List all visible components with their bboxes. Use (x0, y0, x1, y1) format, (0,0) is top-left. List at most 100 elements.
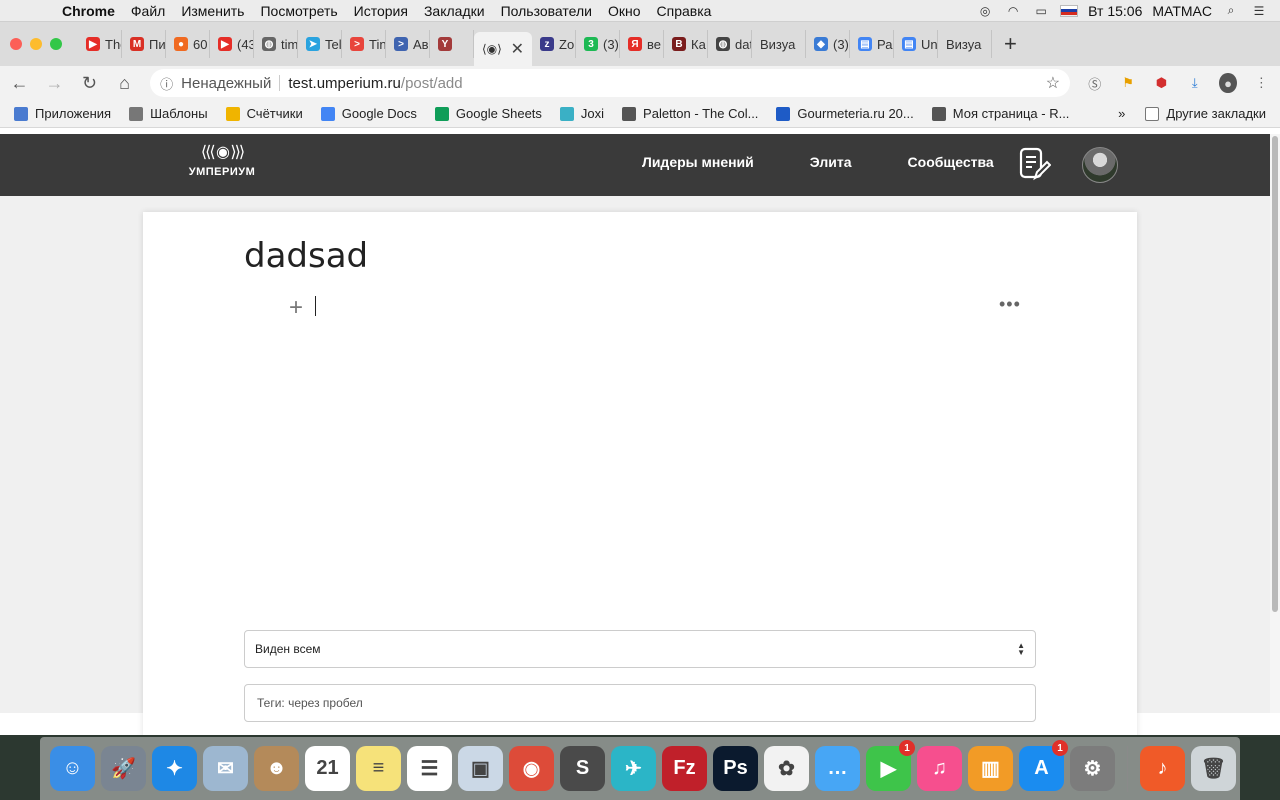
photoshop-icon[interactable]: Ps (713, 746, 758, 791)
filezilla-icon[interactable]: Fz (662, 746, 707, 791)
reminders-icon[interactable]: ☰ (407, 746, 452, 791)
menu-item[interactable]: Пользователи (493, 3, 600, 19)
bookmark-item[interactable]: Шаблоны (129, 106, 208, 121)
mail-icon[interactable]: ✉ (203, 746, 248, 791)
messages-icon[interactable]: … (815, 746, 860, 791)
wifi-icon[interactable]: ◠ (1004, 4, 1022, 18)
browser-tab[interactable]: ● 60 (166, 30, 210, 58)
visibility-select[interactable]: Виден всем ▲ ▼ (244, 630, 1036, 668)
post-title-input[interactable]: dadsad (244, 236, 368, 276)
chrome-menu-icon[interactable]: ⋮ (1253, 73, 1270, 93)
download-extension-icon[interactable]: ⤓ (1186, 73, 1203, 93)
bookmark-flag-extension-icon[interactable]: ⚑ (1119, 73, 1136, 93)
app-store-icon[interactable]: A1 (1019, 740, 1068, 791)
creative-cloud-icon[interactable]: ◎ (976, 4, 994, 18)
browser-tab[interactable]: z Zo (532, 30, 576, 58)
close-tab-icon[interactable]: ✕ (511, 39, 524, 59)
browser-tab[interactable]: ➤ Tel (298, 30, 342, 58)
info-icon[interactable]: ⓘ (160, 74, 173, 93)
menu-item[interactable]: Окно (600, 3, 649, 19)
browser-tab[interactable]: ◍ dat (708, 30, 752, 58)
facetime-icon[interactable]: ▶ 1 (866, 740, 915, 791)
browser-tab[interactable]: B Ка (664, 30, 708, 58)
home-button[interactable]: ⌂ (115, 73, 134, 94)
user-name[interactable]: MATMAC (1152, 3, 1212, 19)
browser-tab[interactable]: ▤ Un (894, 30, 938, 58)
site-nav-link[interactable]: Сообщества (908, 154, 994, 170)
close-window-button[interactable] (10, 38, 22, 50)
back-button[interactable]: ← (10, 73, 29, 94)
menu-item[interactable]: Файл (123, 3, 173, 19)
menu-item[interactable]: История (346, 3, 416, 19)
launchpad-icon[interactable]: 🚀 (101, 746, 146, 791)
browser-tab[interactable]: Визуа (752, 30, 806, 58)
notes-icon[interactable]: ≡ (356, 746, 401, 791)
bookmark-item[interactable]: Google Sheets (434, 106, 542, 121)
menu-item[interactable]: Закладки (416, 3, 493, 19)
scrollbar-thumb[interactable] (1272, 136, 1278, 612)
browser-tab[interactable]: Y (430, 30, 474, 58)
contacts-icon[interactable]: ☻ (254, 746, 299, 791)
chrome-icon[interactable]: ◉ (509, 746, 554, 791)
profile-avatar-icon[interactable]: ● (1219, 73, 1237, 93)
input-language-ru-flag-icon[interactable] (1060, 4, 1079, 17)
address-bar[interactable]: ⓘ Ненадежный test.umperium.ru/post/add ☆ (150, 69, 1071, 97)
preview-icon[interactable]: ▣ (458, 746, 503, 791)
reload-button[interactable]: ↻ (80, 73, 99, 94)
system-preferences-icon[interactable]: ⚙ (1070, 746, 1115, 791)
photos-icon[interactable]: ✿ (764, 746, 809, 791)
garageband-icon[interactable]: ♪ (1140, 746, 1185, 791)
bookmarks-overflow-chevron-icon[interactable]: » (1118, 106, 1125, 121)
write-post-icon[interactable] (1019, 147, 1051, 181)
bookmark-item[interactable]: Приложения (14, 106, 111, 121)
bookmark-star-icon[interactable]: ☆ (1046, 73, 1060, 93)
browser-tab[interactable]: > Tin (342, 30, 386, 58)
browser-tab[interactable]: Яве (620, 30, 664, 58)
other-bookmarks-folder[interactable]: Другие закладки (1145, 106, 1266, 121)
new-tab-button[interactable]: + (1004, 31, 1017, 57)
skype-extension-icon[interactable]: Ⓢ (1086, 73, 1103, 93)
menu-item[interactable]: Справка (649, 3, 720, 19)
site-logo[interactable]: ⟨⟨⟨ ◉ ⟩⟩⟩ УМПЕРИУМ (162, 140, 282, 188)
bookmark-item[interactable]: Моя страница - R... (931, 106, 1069, 121)
bookmark-item[interactable]: Paletton - The Col... (622, 106, 758, 121)
clock[interactable]: Вт 15:06 (1088, 3, 1142, 19)
sublime-icon[interactable]: S (560, 746, 605, 791)
spotlight-search-icon[interactable]: ⌕ (1222, 3, 1240, 18)
add-block-icon[interactable]: + (289, 294, 303, 322)
notification-center-icon[interactable]: ☰ (1250, 4, 1268, 18)
adblock-extension-icon[interactable]: ⬢ (1153, 73, 1170, 93)
browser-tab[interactable]: ◆ (3) (806, 30, 850, 58)
bookmark-item[interactable]: Joxi (559, 106, 604, 121)
menu-item[interactable]: Chrome (54, 3, 123, 19)
ibooks-icon[interactable]: ▥ (968, 746, 1013, 791)
browser-tab[interactable]: ◍ tim (254, 30, 298, 58)
browser-tab[interactable]: ▤ Ра (850, 30, 894, 58)
calendar-icon[interactable]: 21 (305, 746, 350, 791)
site-nav-link[interactable]: Лидеры мнений (642, 154, 754, 170)
browser-tab[interactable]: Визуа (938, 30, 992, 58)
tags-input[interactable] (244, 684, 1036, 722)
forward-button[interactable]: → (45, 73, 64, 94)
finder-icon[interactable]: ☺ (50, 746, 95, 791)
more-options-icon[interactable]: ••• (999, 294, 1021, 315)
browser-tab[interactable]: ▶ (43 (210, 30, 254, 58)
menu-item[interactable]: Изменить (173, 3, 252, 19)
page-scrollbar[interactable] (1270, 134, 1280, 713)
browser-tab-active[interactable]: ⟨◉⟩ ✕ (474, 32, 532, 66)
browser-tab[interactable]: 3 (3) (576, 30, 620, 58)
browser-tab[interactable]: > Ав (386, 30, 430, 58)
trash-icon[interactable]: 🗑 (1191, 746, 1236, 791)
menu-item[interactable]: Посмотреть (252, 3, 345, 19)
hummingbird-icon[interactable]: ✈ (611, 746, 656, 791)
site-nav-link[interactable]: Элита (810, 154, 852, 170)
battery-icon[interactable]: ▭ (1032, 4, 1050, 18)
itunes-icon[interactable]: ♫ (917, 746, 962, 791)
browser-tab[interactable]: M Пи (122, 30, 166, 58)
bookmark-item[interactable]: Счётчики (225, 106, 303, 121)
zoom-window-button[interactable] (50, 38, 62, 50)
safari-icon[interactable]: ✦ (152, 746, 197, 791)
bookmark-item[interactable]: Gourmeteria.ru 20... (776, 106, 914, 121)
minimize-window-button[interactable] (30, 38, 42, 50)
bookmark-item[interactable]: Google Docs (320, 106, 417, 121)
